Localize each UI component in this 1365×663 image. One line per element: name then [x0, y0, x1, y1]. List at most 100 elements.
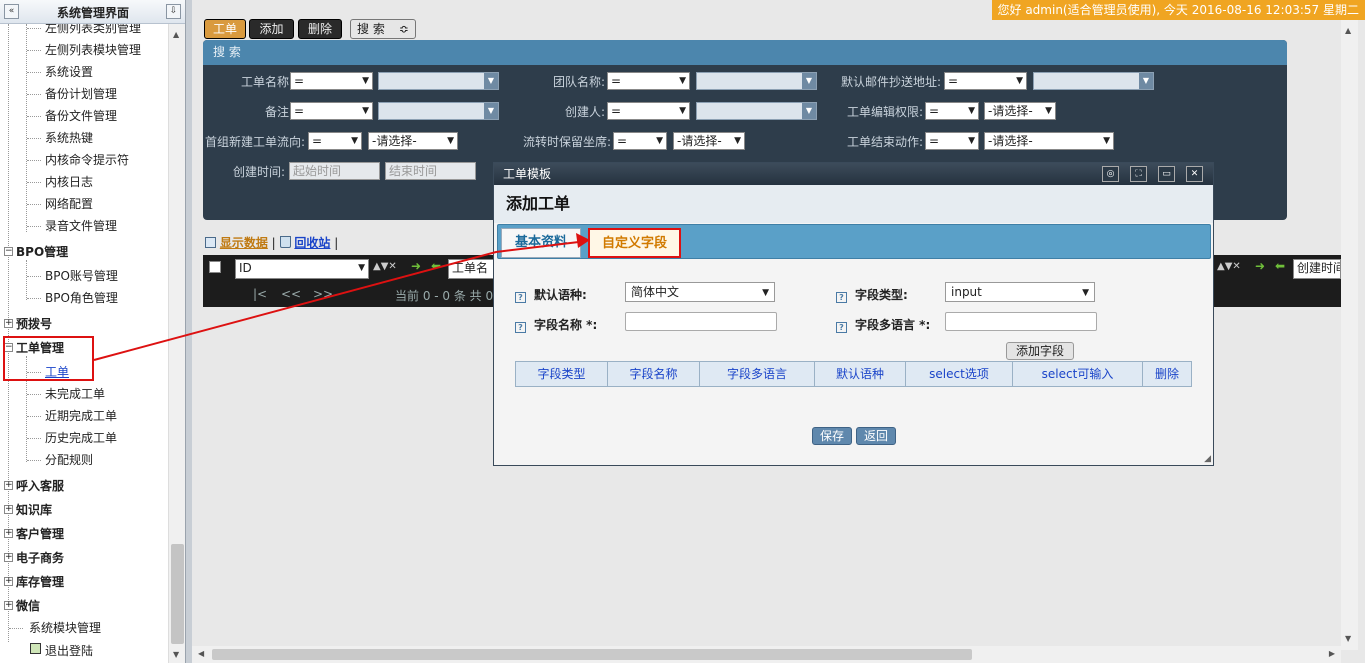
scroll-down-icon[interactable]: ▼	[1345, 634, 1351, 643]
main-vertical-scrollbar[interactable]: ▲ ▼	[1341, 20, 1358, 650]
expand-toggle-icon[interactable]: +	[4, 601, 13, 610]
sidebar-group-predial[interactable]: + 预拨号	[4, 315, 52, 332]
op-select-creator[interactable]: = ▼	[607, 102, 690, 120]
expand-toggle-icon[interactable]: +	[4, 529, 13, 538]
tab-basic-info[interactable]: 基本资料	[501, 228, 581, 258]
delete-button[interactable]: 删除	[298, 19, 342, 39]
op-select-edit-permission[interactable]: = ▼	[925, 102, 979, 120]
tab-ticket[interactable]: 工单	[204, 19, 246, 39]
back-button[interactable]: 返回	[856, 427, 896, 445]
sort-icon[interactable]: ▲▼✕	[1217, 261, 1241, 272]
op-select-end-action[interactable]: = ▼	[925, 132, 979, 150]
sidebar-group-inbound[interactable]: + 呼入客服	[4, 477, 64, 494]
close-icon[interactable]: ✕	[1186, 166, 1203, 182]
field-multilang-input[interactable]	[945, 312, 1097, 331]
op-select-remark[interactable]: = ▼	[290, 102, 373, 120]
scroll-left-icon[interactable]: ◀	[198, 649, 204, 658]
op-select-team-name[interactable]: = ▼	[607, 72, 690, 90]
sidebar-item-bpo-roles[interactable]: BPO角色管理	[45, 289, 118, 306]
sidebar-item-module-mgmt[interactable]: 系统模块管理	[29, 619, 101, 636]
move-left-icon[interactable]: ⬅	[431, 259, 441, 273]
move-left-icon[interactable]: ⬅	[1275, 259, 1285, 273]
value-select-team-name[interactable]: ▼	[696, 72, 817, 90]
pager-prev-button[interactable]: <<	[281, 287, 301, 301]
sidebar-item-backup-files[interactable]: 备份文件管理	[45, 107, 117, 124]
scrollbar-thumb[interactable]	[212, 649, 972, 660]
value-select-keep-seat[interactable]: -请选择- ▼	[673, 132, 745, 150]
expand-toggle-icon[interactable]: +	[4, 553, 13, 562]
sidebar-item-recordings[interactable]: 录音文件管理	[45, 217, 117, 234]
sidebar-scrollbar[interactable]: ▲ ▼	[168, 24, 185, 663]
collapse-toggle-icon[interactable]: −	[4, 247, 13, 256]
search-toggle-button[interactable]: 搜 索 ≎	[350, 19, 416, 39]
scrollbar-thumb[interactable]	[171, 544, 184, 644]
value-select-default-cc[interactable]: ▼	[1033, 72, 1154, 90]
help-icon[interactable]: ?	[836, 292, 847, 303]
move-right-icon[interactable]: ➜	[411, 259, 421, 273]
sidebar-item-kernel-log[interactable]: 内核日志	[45, 173, 93, 190]
sidebar-group-customers[interactable]: + 客户管理	[4, 525, 64, 542]
op-select-default-cc[interactable]: = ▼	[944, 72, 1027, 90]
sidebar-group-ecommerce[interactable]: + 电子商务	[4, 549, 64, 566]
sidebar-item-backup-plan[interactable]: 备份计划管理	[45, 85, 117, 102]
tab-custom-fields[interactable]: 自定义字段	[588, 228, 681, 258]
sidebar-item-bpo-accounts[interactable]: BPO账号管理	[45, 267, 118, 284]
sidebar-group-bpo[interactable]: − BPO管理	[4, 243, 68, 260]
sidebar-item-list-module[interactable]: 左侧列表模块管理	[45, 41, 141, 58]
value-select-end-action[interactable]: -请选择- ▼	[984, 132, 1114, 150]
resize-grip-icon[interactable]: ◢	[1204, 454, 1211, 464]
pin-icon[interactable]: ⇩	[166, 4, 181, 19]
recycle-bin-link[interactable]: 回收站	[294, 236, 330, 250]
column-select-ticket[interactable]: 工单名	[448, 259, 498, 279]
sidebar-item-network[interactable]: 网络配置	[45, 195, 93, 212]
sidebar-group-wechat[interactable]: + 微信	[4, 597, 40, 614]
sidebar-item-recent-tickets[interactable]: 近期完成工单	[45, 407, 117, 424]
add-field-button[interactable]: 添加字段	[1006, 342, 1074, 360]
expand-toggle-icon[interactable]: +	[4, 481, 13, 490]
column-select-created[interactable]: 创建时间	[1293, 259, 1341, 279]
expand-toggle-icon[interactable]: +	[4, 319, 13, 328]
sort-icon[interactable]: ▲▼✕	[373, 261, 397, 272]
value-select-edit-permission[interactable]: -请选择- ▼	[984, 102, 1056, 120]
show-data-link[interactable]: 显示数据	[220, 236, 268, 250]
sidebar-item-hotkeys[interactable]: 系统热键	[45, 129, 93, 146]
end-time-input[interactable]: 结束时间	[385, 162, 476, 180]
help-icon[interactable]: ?	[515, 322, 526, 333]
field-type-select[interactable]: input ▼	[945, 282, 1095, 302]
dialog-titlebar[interactable]: 工单模板 ◎ ⛶ ▭ ✕	[494, 163, 1213, 185]
pager-first-button[interactable]: |<	[253, 287, 267, 301]
value-select-remark[interactable]: ▼	[378, 102, 499, 120]
help-icon[interactable]: ?	[515, 292, 526, 303]
add-button[interactable]: 添加	[249, 19, 294, 39]
sidebar-item-list-category[interactable]: 左侧列表类别管理	[45, 24, 141, 36]
main-horizontal-scrollbar[interactable]: ◀ ▶	[192, 646, 1341, 663]
scroll-up-icon[interactable]: ▲	[173, 30, 179, 39]
help-icon[interactable]: ?	[836, 322, 847, 333]
op-select-keep-seat[interactable]: = ▼	[613, 132, 667, 150]
logout-link[interactable]: 退出登陆	[45, 642, 93, 659]
move-right-icon[interactable]: ➜	[1255, 259, 1265, 273]
start-time-input[interactable]: 起始时间	[289, 162, 380, 180]
maximize-icon[interactable]: ⛶	[1130, 166, 1147, 182]
sidebar-item-history-tickets[interactable]: 历史完成工单	[45, 429, 117, 446]
value-select-creator[interactable]: ▼	[696, 102, 817, 120]
op-select-ticket-name[interactable]: = ▼	[290, 72, 373, 90]
sidebar-group-knowledge[interactable]: + 知识库	[4, 501, 52, 518]
scroll-right-icon[interactable]: ▶	[1329, 649, 1335, 658]
sidebar-item-system-settings[interactable]: 系统设置	[45, 63, 93, 80]
restore-icon[interactable]: ▭	[1158, 166, 1175, 182]
sidebar-item-kernel-prompt[interactable]: 内核命令提示符	[45, 151, 129, 168]
sidebar-group-inventory[interactable]: + 库存管理	[4, 573, 64, 590]
expand-toggle-icon[interactable]: +	[4, 577, 13, 586]
sidebar-item-assign-rules[interactable]: 分配规则	[45, 451, 93, 468]
scroll-down-icon[interactable]: ▼	[173, 650, 179, 659]
pager-next-button[interactable]: >>	[313, 287, 333, 301]
value-select-ticket-name[interactable]: ▼	[378, 72, 499, 90]
settings-icon[interactable]: ◎	[1102, 166, 1119, 182]
expand-toggle-icon[interactable]: +	[4, 505, 13, 514]
value-select-first-flow[interactable]: -请选择- ▼	[368, 132, 458, 150]
logout-icon[interactable]	[30, 643, 41, 654]
select-all-checkbox[interactable]	[209, 261, 221, 273]
save-button[interactable]: 保存	[812, 427, 852, 445]
column-select-id[interactable]: ID ▼	[235, 259, 369, 279]
